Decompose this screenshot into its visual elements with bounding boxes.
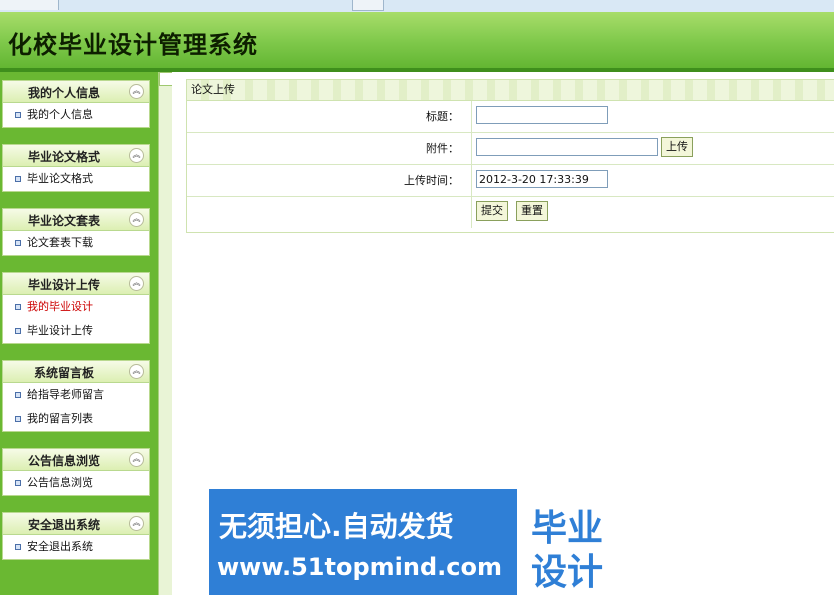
menu-group-personal-info: 我的个人信息 ︽ 我的个人信息 (2, 80, 150, 128)
menu-group-title: 系统留言板 (33, 366, 94, 380)
attachment-label: 附件： (187, 133, 472, 164)
app-header: 化校毕业设计管理系统 (0, 12, 834, 68)
reset-button[interactable]: 重置 (516, 201, 548, 221)
menu-group-header[interactable]: 公告信息浏览 ︽ (3, 449, 149, 471)
app-title: 化校毕业设计管理系统 (8, 30, 258, 59)
sidebar-item-logout[interactable]: 安全退出系统 (3, 535, 149, 559)
bullet-icon (15, 544, 21, 550)
menu-group-header[interactable]: 毕业论文套表 ︽ (3, 209, 149, 231)
menu-group-title: 安全退出系统 (27, 518, 100, 532)
form-row-actions: 提交 重置 (187, 197, 834, 228)
upload-button[interactable]: 上传 (661, 137, 693, 157)
bullet-icon (15, 304, 21, 310)
menu-group-title: 我的个人信息 (27, 86, 100, 100)
banner-slogan: 无须担心.自动发货 (219, 510, 454, 543)
sidebar-item-my-design[interactable]: 我的毕业设计 (3, 295, 149, 319)
banner-url: www.51topmind.com (217, 553, 502, 581)
sidebar-item-my-info[interactable]: 我的个人信息 (3, 103, 149, 127)
sidebar-item-design-upload[interactable]: 毕业设计上传 (3, 319, 149, 343)
bullet-icon (15, 112, 21, 118)
panel-title: 论文上传 (187, 80, 834, 101)
menu-group-title: 毕业论文套表 (27, 214, 100, 228)
menu-group-title: 毕业设计上传 (27, 278, 100, 292)
sidebar-item-my-messages[interactable]: 我的留言列表 (3, 407, 149, 431)
sidebar-item-announcements[interactable]: 公告信息浏览 (3, 471, 149, 495)
menu-group-logout: 安全退出系统 ︽ 安全退出系统 (2, 512, 150, 560)
form-row-upload-time: 上传时间： 2012-3-20 17:33:39 (187, 165, 834, 197)
sidebar-item-template-download[interactable]: 论文套表下载 (3, 231, 149, 255)
double-chevron-up-icon[interactable]: ︽ (129, 364, 144, 379)
menu-group-title: 公告信息浏览 (27, 454, 100, 468)
form-row-attachment: 附件： 上传 (187, 133, 834, 165)
menu-group-thesis-format: 毕业论文格式 ︽ 毕业论文格式 (2, 144, 150, 192)
menu-group-announcements: 公告信息浏览 ︽ 公告信息浏览 (2, 448, 150, 496)
browser-tab[interactable] (352, 0, 384, 11)
double-chevron-up-icon[interactable]: ︽ (129, 148, 144, 163)
attachment-input[interactable] (476, 138, 658, 156)
double-chevron-up-icon[interactable]: ︽ (129, 516, 144, 531)
splitter-toggle[interactable] (159, 72, 173, 86)
menu-group-title: 毕业论文格式 (27, 150, 100, 164)
sidebar-item-thesis-format[interactable]: 毕业论文格式 (3, 167, 149, 191)
actions-label-cell (187, 197, 472, 228)
title-label: 标题： (187, 101, 472, 132)
bullet-icon (15, 176, 21, 182)
form-row-title: 标题： (187, 101, 834, 133)
upload-time-input[interactable]: 2012-3-20 17:33:39 (476, 170, 608, 188)
menu-group-design-upload: 毕业设计上传 ︽ 我的毕业设计 毕业设计上传 (2, 272, 150, 344)
bullet-icon (15, 392, 21, 398)
upload-time-label: 上传时间： (187, 165, 472, 196)
bullet-icon (15, 480, 21, 486)
browser-tab[interactable] (0, 0, 59, 10)
double-chevron-up-icon[interactable]: ︽ (129, 452, 144, 467)
bullet-icon (15, 328, 21, 334)
bullet-icon (15, 240, 21, 246)
menu-group-header[interactable]: 毕业设计上传 ︽ (3, 273, 149, 295)
title-input[interactable] (476, 106, 608, 124)
bullet-icon (15, 416, 21, 422)
menu-group-thesis-templates: 毕业论文套表 ︽ 论文套表下载 (2, 208, 150, 256)
menu-group-message-board: 系统留言板 ︽ 给指导老师留言 我的留言列表 (2, 360, 150, 432)
sidebar-item-message-advisor[interactable]: 给指导老师留言 (3, 383, 149, 407)
menu-group-header[interactable]: 毕业论文格式 ︽ (3, 145, 149, 167)
double-chevron-up-icon[interactable]: ︽ (129, 212, 144, 227)
sidebar-splitter[interactable] (158, 72, 173, 595)
double-chevron-up-icon[interactable]: ︽ (129, 276, 144, 291)
watermark-banner: 无须担心.自动发货 www.51topmind.com 毕业 设计 (209, 489, 625, 595)
menu-group-header[interactable]: 安全退出系统 ︽ (3, 513, 149, 535)
banner-badge-line2: 设计 (531, 552, 604, 593)
menu-group-header[interactable]: 系统留言板 ︽ (3, 361, 149, 383)
menu-group-header[interactable]: 我的个人信息 ︽ (3, 81, 149, 103)
upload-form-panel: 论文上传 标题： 附件： 上传 上传时间： 2012-3-20 17:33:39… (186, 79, 834, 233)
banner-badge: 毕业 设计 (517, 489, 625, 595)
submit-button[interactable]: 提交 (476, 201, 508, 221)
double-chevron-up-icon[interactable]: ︽ (129, 84, 144, 99)
sidebar: 我的个人信息 ︽ 我的个人信息 毕业论文格式 ︽ 毕业论文格式 毕业论文套表 ︽… (0, 72, 158, 595)
